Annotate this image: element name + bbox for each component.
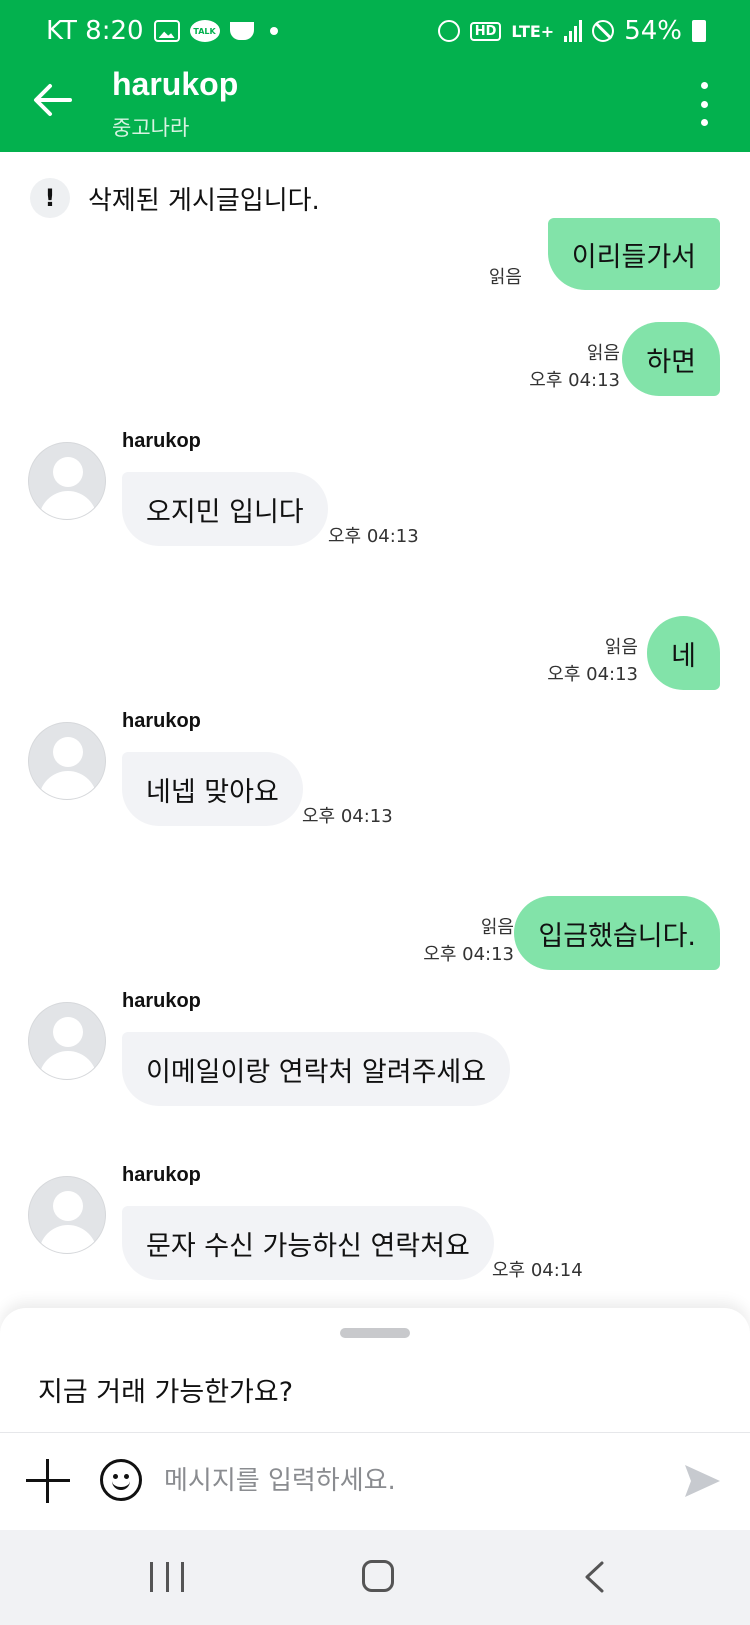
quick-reply-suggestion[interactable]: 지금 거래 가능한가요? bbox=[38, 1370, 293, 1409]
incoming-message[interactable]: 이메일이랑 연락처 알려주세요 bbox=[122, 1032, 511, 1106]
more-notifications-dot-icon bbox=[269, 27, 278, 35]
status-left: KT 8:20 TALK bbox=[46, 16, 278, 46]
chevron-left-icon[interactable] bbox=[578, 1560, 612, 1594]
message-time: 오후 04:14 bbox=[492, 1260, 583, 1281]
message-text: 네넵 맞아요 bbox=[146, 776, 279, 808]
avatar[interactable] bbox=[28, 1176, 106, 1254]
outgoing-message[interactable]: 입금했습니다. bbox=[514, 896, 720, 970]
message-text: 오지민 입니다 bbox=[146, 496, 304, 528]
message-time: 오후 04:13 bbox=[328, 526, 419, 547]
message-text: 이메일이랑 연락처 알려주세요 bbox=[146, 1056, 487, 1088]
sender-name: harukop bbox=[122, 430, 201, 452]
exclamation-icon: ! bbox=[30, 178, 70, 218]
dot-icon bbox=[700, 82, 708, 89]
avatar[interactable] bbox=[28, 722, 106, 800]
message-time: 오후 04:13 bbox=[529, 370, 620, 391]
plus-icon[interactable] bbox=[26, 1459, 70, 1503]
message-text: 네 bbox=[671, 640, 696, 672]
chat-area[interactable]: ! 삭제된 게시글입니다. 이리들가서 읽음 하면 읽음 오후 04:13 ha… bbox=[0, 152, 750, 1312]
home-icon[interactable] bbox=[362, 1560, 394, 1592]
read-status: 읽음 bbox=[480, 917, 514, 938]
gallery-icon bbox=[153, 20, 180, 42]
send-icon[interactable] bbox=[682, 1461, 722, 1501]
message-text: 하면 bbox=[646, 346, 696, 378]
status-right: HD LTE+ 54% bbox=[437, 16, 706, 46]
arrow-left-icon bbox=[34, 84, 72, 116]
alarm-icon bbox=[437, 20, 460, 42]
message-input-bar bbox=[0, 1432, 750, 1530]
message-input[interactable] bbox=[164, 1459, 644, 1503]
emoji-icon[interactable] bbox=[100, 1459, 142, 1501]
back-button[interactable] bbox=[28, 76, 76, 124]
hd-voice-icon: HD bbox=[469, 21, 502, 41]
message-meta: 읽음 bbox=[489, 264, 522, 291]
deleted-post-notice: ! 삭제된 게시글입니다. bbox=[30, 178, 320, 218]
chat-subtitle: 중고나라 bbox=[112, 116, 190, 140]
incoming-message[interactable]: 문자 수신 가능하신 연락처요 bbox=[122, 1206, 494, 1280]
message-meta: 읽음 오후 04:13 bbox=[547, 634, 638, 688]
message-meta: 읽음 오후 04:13 bbox=[529, 340, 620, 394]
kakaotalk-icon: TALK bbox=[189, 20, 220, 42]
message-meta: 읽음 오후 04:13 bbox=[423, 914, 514, 968]
message-time: 오후 04:13 bbox=[547, 664, 638, 685]
app-header-area: KT 8:20 TALK HD LTE+ 54% harukop 중고나라 bbox=[0, 0, 750, 152]
status-bar: KT 8:20 TALK HD LTE+ 54% bbox=[0, 0, 750, 66]
carrier-time: KT 8:20 bbox=[46, 16, 144, 46]
sender-name: harukop bbox=[122, 1164, 201, 1186]
notice-text: 삭제된 게시글입니다. bbox=[88, 185, 320, 216]
signal-icon bbox=[564, 20, 583, 42]
read-status: 읽음 bbox=[604, 637, 638, 658]
dot-icon bbox=[700, 100, 708, 108]
dot-icon bbox=[700, 119, 708, 126]
read-status: 읽음 bbox=[586, 343, 620, 364]
battery-percent: 54% bbox=[624, 16, 682, 46]
recent-apps-icon[interactable] bbox=[150, 1562, 184, 1592]
message-text: 이리들가서 bbox=[571, 241, 696, 273]
avatar[interactable] bbox=[28, 1002, 106, 1080]
do-not-disturb-icon bbox=[592, 20, 615, 42]
outgoing-message[interactable]: 네 bbox=[647, 616, 720, 690]
sender-name: harukop bbox=[122, 990, 201, 1012]
cup-icon bbox=[229, 22, 254, 40]
incoming-message[interactable]: 네넵 맞아요 bbox=[122, 752, 303, 826]
system-nav-bar bbox=[0, 1530, 750, 1625]
chat-title: harukop bbox=[112, 66, 239, 102]
lte-icon: LTE+ bbox=[511, 21, 555, 41]
chat-header: harukop 중고나라 bbox=[0, 66, 750, 152]
outgoing-message[interactable]: 하면 bbox=[622, 322, 720, 396]
avatar[interactable] bbox=[28, 442, 106, 520]
message-text: 문자 수신 가능하신 연락처요 bbox=[146, 1230, 470, 1262]
message-time: 오후 04:13 bbox=[302, 806, 393, 827]
message-time: 오후 04:13 bbox=[423, 944, 514, 965]
outgoing-message[interactable]: 이리들가서 bbox=[547, 218, 720, 290]
quick-reply-sheet: 지금 거래 가능한가요? bbox=[0, 1308, 750, 1432]
more-options-button[interactable] bbox=[694, 82, 714, 126]
battery-icon bbox=[692, 20, 706, 42]
incoming-message[interactable]: 오지민 입니다 bbox=[122, 472, 328, 546]
sheet-handle[interactable] bbox=[340, 1328, 410, 1338]
message-text: 입금했습니다. bbox=[538, 920, 696, 952]
sender-name: harukop bbox=[122, 710, 201, 732]
read-status: 읽음 bbox=[488, 267, 522, 288]
